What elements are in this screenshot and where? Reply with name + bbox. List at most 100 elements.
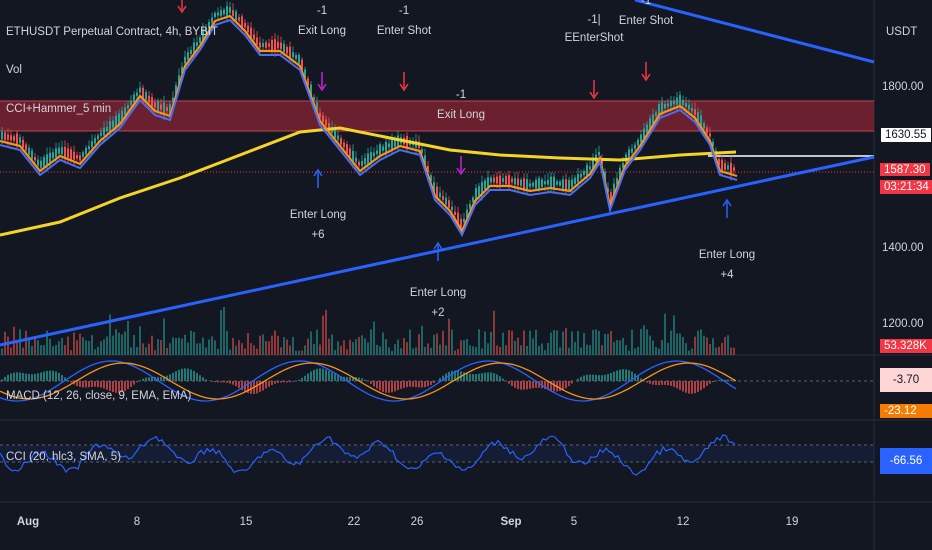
macd-hist-bar: [694, 381, 696, 394]
macd-hist-bar: [70, 381, 72, 383]
volume-bar: [652, 340, 654, 355]
macd-hist-bar: [88, 381, 90, 388]
volume-bar: [556, 330, 558, 355]
volume-bar: [328, 338, 330, 355]
price-axis-label[interactable]: 1800.00: [882, 81, 924, 93]
macd-hist-bar: [40, 372, 42, 381]
volume-bar: [325, 309, 327, 355]
macd-hist-bar: [328, 370, 330, 381]
candle-body: [364, 158, 366, 165]
signal-text: Enter Long: [409, 287, 467, 299]
volume-bar: [298, 350, 300, 355]
volume-bar: [667, 342, 669, 355]
volume-bar: [697, 330, 699, 355]
time-axis-label[interactable]: 5: [571, 516, 577, 528]
volume-bar: [694, 336, 696, 355]
macd-hist-bar: [568, 381, 570, 386]
volume-bar: [331, 334, 333, 355]
volume-bar: [22, 347, 24, 355]
candle-body: [1, 131, 3, 140]
macd-hist-bar: [484, 372, 486, 381]
time-axis-label[interactable]: Sep: [500, 516, 521, 528]
candle-body: [16, 133, 18, 146]
cci-legend[interactable]: CCI (20, hlc3, SMA, 5): [6, 451, 121, 463]
volume-bar: [340, 345, 342, 355]
macd-hist-bar: [34, 373, 36, 381]
macd-hist-bar: [190, 369, 192, 381]
price-axis-label[interactable]: 1200.00: [882, 318, 924, 330]
volume-bar: [7, 336, 9, 355]
candle-body: [451, 206, 453, 210]
candle-body: [637, 139, 639, 146]
volume-bar: [112, 335, 114, 355]
volume-bar: [301, 350, 303, 355]
macd-hist-bar: [31, 374, 33, 381]
candle-body: [13, 136, 15, 141]
macd-hist-bar: [214, 381, 216, 383]
time-axis-label[interactable]: 22: [348, 516, 361, 528]
macd-hist-bar: [79, 381, 81, 388]
candle-body: [46, 154, 48, 166]
volume-bar: [685, 343, 687, 355]
price-axis-label[interactable]: 1400.00: [882, 242, 924, 254]
volume-bar: [82, 337, 84, 355]
volume-bar: [700, 329, 702, 355]
volume-bar: [487, 343, 489, 355]
vol-legend[interactable]: Vol: [6, 64, 22, 76]
macd-hist-bar: [268, 381, 270, 387]
macd-hist-bar: [400, 381, 402, 389]
candle-body: [61, 147, 63, 155]
volume-bar: [133, 335, 135, 355]
volume-bar: [73, 332, 75, 355]
volume-bar: [469, 345, 471, 355]
time-axis-label[interactable]: 15: [240, 516, 253, 528]
volume-bar: [10, 347, 12, 355]
candle-body: [691, 107, 693, 112]
volume-bar: [58, 341, 60, 355]
macd-hist-bar: [673, 381, 675, 387]
volume-bar: [721, 342, 723, 355]
volume-bar: [466, 339, 468, 355]
volume-bar: [400, 348, 402, 355]
time-axis-label[interactable]: 26: [411, 516, 424, 528]
volume-bar: [478, 329, 480, 355]
time-axis-label[interactable]: 19: [786, 516, 799, 528]
volume-bar: [475, 347, 477, 355]
macd-hist-bar: [331, 372, 333, 381]
time-axis-label[interactable]: Aug: [17, 516, 39, 528]
candle-body: [577, 174, 579, 183]
strategy-legend[interactable]: CCI+Hammer_5 min: [6, 103, 111, 115]
candle-body: [265, 42, 267, 48]
volume-bar: [610, 331, 612, 355]
candle-body: [70, 149, 72, 160]
volume-bar: [64, 345, 66, 355]
last-price-tag[interactable]: 1587.30: [880, 163, 930, 176]
signal-enter-long-1: Enter Long +6: [290, 209, 346, 241]
candle-body: [580, 173, 582, 178]
time-axis-label[interactable]: 8: [134, 516, 140, 528]
macd-legend[interactable]: MACD (12, 26, close, 9, EMA, EMA): [6, 390, 191, 402]
macd-hist-bar: [451, 370, 453, 381]
candle-body: [88, 146, 90, 150]
candle-body: [685, 102, 687, 107]
candle-body: [67, 148, 69, 158]
level-line-tag[interactable]: 1630.55: [880, 127, 932, 143]
time-axis-label[interactable]: 12: [677, 516, 690, 528]
volume-bar: [688, 350, 690, 355]
macd-hist-bar: [382, 381, 384, 392]
volume-bar: [457, 348, 459, 355]
candle-body: [517, 178, 519, 186]
chart-canvas[interactable]: [0, 0, 932, 550]
volume-bar: [637, 346, 639, 355]
volume-bar: [682, 336, 684, 355]
macd-hist-bar: [559, 381, 561, 392]
macd-hist-bar: [199, 375, 201, 381]
candle-body: [196, 42, 198, 46]
candle-body: [574, 177, 576, 184]
symbol-title[interactable]: ETHUSDT Perpetual Contract, 4h, BYBIT: [6, 26, 218, 38]
volume-bar: [505, 345, 507, 355]
volume-bar: [367, 342, 369, 355]
candle-body: [688, 104, 690, 110]
volume-bar: [427, 343, 429, 355]
macd-hist-bar: [286, 381, 288, 383]
